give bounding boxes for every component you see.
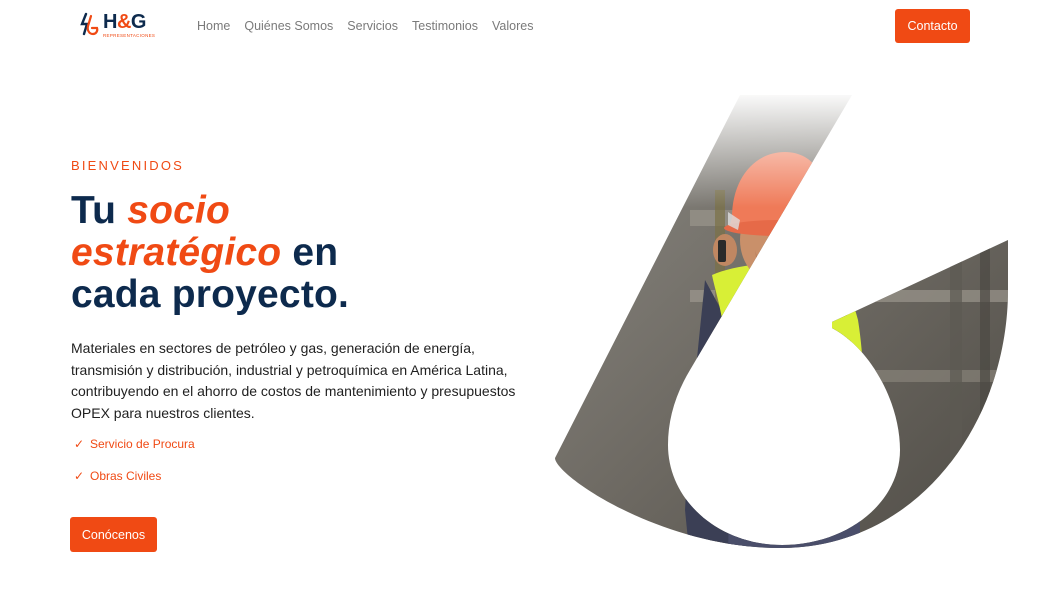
logo-tagline: REPRESENTACIONES (103, 33, 156, 38)
nav-link-testimonios[interactable]: Testimonios (412, 18, 478, 34)
checkmark-icon: ✓ (74, 437, 85, 451)
nav-link-home[interactable]: Home (197, 18, 230, 34)
hero-eyebrow: BIENVENIDOS (71, 158, 185, 173)
feature-label: Obras Civiles (90, 469, 162, 483)
hero-headline: Tu socio estratégico en cada proyecto. (71, 189, 350, 316)
main-nav: Home Quiénes Somos Servicios Testimonios… (197, 18, 547, 34)
brand-logo[interactable]: H&G REPRESENTACIONES (80, 12, 162, 42)
checkmark-icon: ✓ (74, 469, 85, 483)
nav-link-servicios[interactable]: Servicios (347, 18, 398, 34)
logo-brand: H&G (103, 11, 146, 33)
logo-wordmark: H&G REPRESENTACIONES (103, 12, 155, 39)
nav-link-quienes-somos[interactable]: Quiénes Somos (244, 18, 333, 34)
hg-logo-mark-icon (80, 12, 99, 36)
feature-label: Servicio de Procura (90, 437, 195, 451)
hero-description: Materiales en sectores de petróleo y gas… (71, 340, 516, 421)
contact-button[interactable]: Contacto (895, 9, 970, 43)
conocenos-button[interactable]: Conócenos (70, 517, 157, 552)
nav-link-valores[interactable]: Valores (492, 18, 533, 34)
hero-worker-image (540, 90, 1020, 560)
feature-item: ✓ Obras Civiles (74, 468, 195, 484)
feature-item: ✓ Servicio de Procura (74, 436, 195, 452)
feature-list: ✓ Servicio de Procura ✓ Obras Civiles (74, 436, 195, 500)
site-header: H&G REPRESENTACIONES Home Quiénes Somos … (0, 0, 1049, 52)
